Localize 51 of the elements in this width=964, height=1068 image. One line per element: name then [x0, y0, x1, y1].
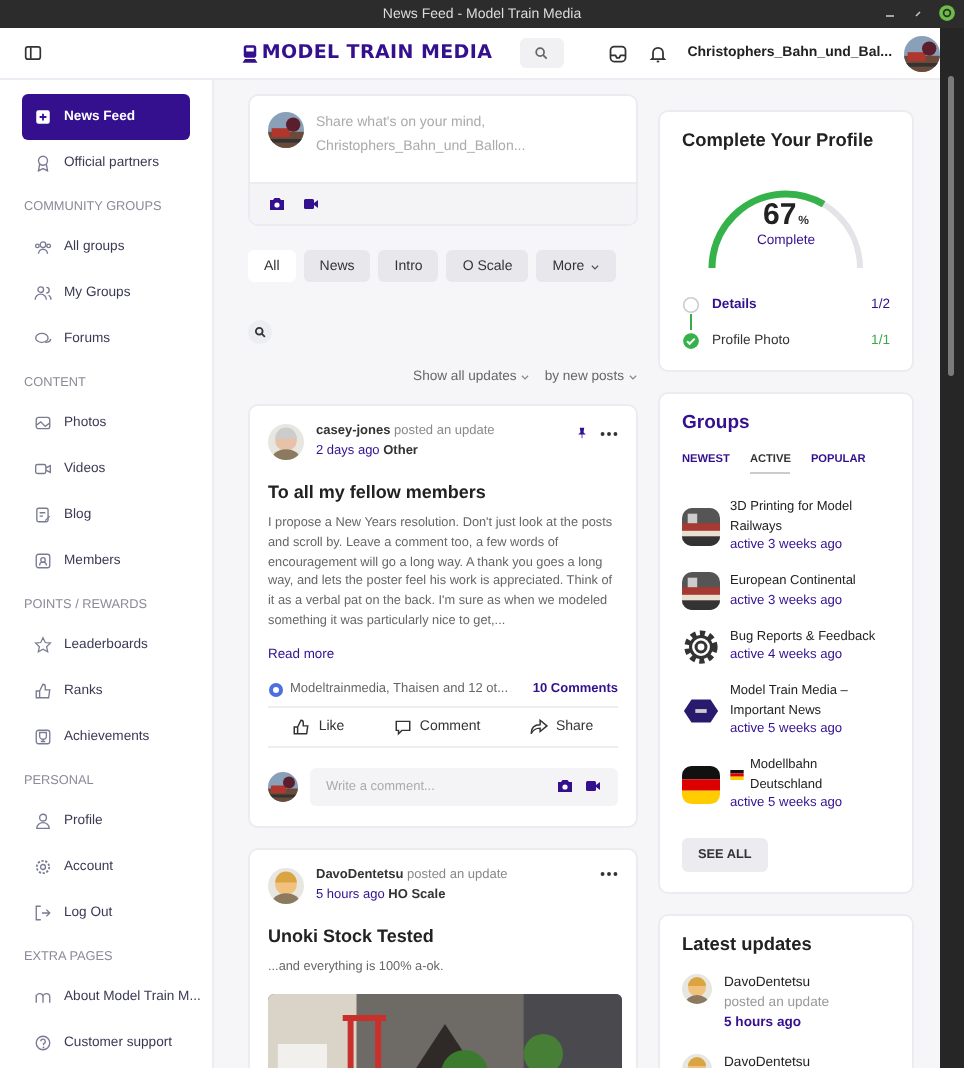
search-icon: [534, 46, 549, 60]
scrollbar[interactable]: [948, 76, 954, 376]
contact-card-icon: [34, 552, 52, 570]
gear-icon: [682, 627, 720, 666]
site-logo[interactable]: MODEL TRAIN MEDIA: [261, 42, 493, 64]
thumbs-up-icon: [34, 682, 52, 700]
sidebar-toggle-icon[interactable]: [24, 44, 42, 62]
post-title: To all my fellow members: [268, 482, 488, 502]
maximize-icon[interactable]: [910, 5, 926, 21]
bell-icon[interactable]: [647, 43, 668, 63]
gear-icon: [34, 858, 52, 876]
people-icon: [34, 238, 52, 256]
more-icon[interactable]: [600, 429, 618, 437]
video-camera-icon[interactable]: [302, 196, 320, 212]
card-title: Latest updates: [682, 934, 814, 955]
flag-icon: [682, 766, 720, 805]
help-icon: [34, 1034, 52, 1052]
close-icon[interactable]: [938, 4, 956, 22]
pin-icon[interactable]: [576, 426, 588, 440]
logout-icon: [34, 904, 52, 922]
search-icon: [254, 326, 266, 338]
video-icon: [34, 460, 52, 478]
progress-percent: 67: [762, 198, 797, 232]
inbox-icon[interactable]: [607, 43, 628, 63]
search-button[interactable]: [248, 320, 272, 344]
logo-icon: [34, 988, 52, 1006]
image-icon: [34, 414, 52, 432]
camera-icon[interactable]: [268, 196, 286, 212]
caret-icon: [590, 261, 601, 271]
person-icon: [34, 812, 52, 830]
share-icon: [529, 717, 548, 736]
trophy-icon: [34, 728, 52, 746]
camera-icon[interactable]: [556, 778, 574, 795]
train-icon: [239, 41, 260, 65]
more-icon[interactable]: [600, 869, 618, 878]
badge-icon: [34, 154, 52, 172]
caret-icon: [628, 372, 638, 382]
reaction-icon: [268, 681, 284, 698]
card-title: Groups: [682, 412, 752, 434]
people-icon: [34, 284, 52, 302]
card-title: Complete Your Profile: [682, 130, 876, 150]
video-camera-icon[interactable]: [584, 778, 602, 795]
flag-icon: [730, 770, 744, 781]
star-icon: [34, 636, 52, 654]
thumbs-up-icon: [292, 717, 311, 736]
post-title: Unoki Stock Tested: [268, 925, 436, 946]
caret-icon: [520, 372, 531, 382]
document-icon: [34, 506, 52, 524]
speech-bubble-icon: [393, 717, 412, 736]
empty-circle-icon: [682, 296, 700, 314]
chat-icon: [34, 330, 52, 348]
